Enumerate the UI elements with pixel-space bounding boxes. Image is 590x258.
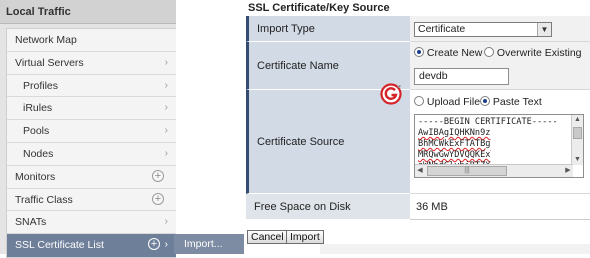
sidebar-item-label: Network Map	[15, 34, 77, 46]
chevron-right-icon: ›	[164, 79, 168, 91]
import-type-label: Import Type	[257, 22, 315, 35]
upload-file-radio[interactable]	[414, 96, 424, 106]
form-title: SSL Certificate/Key Source	[248, 2, 390, 14]
certificate-source-value-cell: Upload File Paste Text -----BEGIN CERTIF…	[410, 90, 590, 194]
sidebar-item-profiles[interactable]: Profiles ›	[7, 75, 176, 98]
chevron-right-icon: ›	[164, 239, 168, 251]
g-logo-icon	[380, 83, 402, 105]
import-type-label-cell: Import Type	[246, 16, 410, 42]
scroll-right-icon[interactable]: ▶	[563, 165, 573, 177]
sidebar-header: Local Traffic	[0, 0, 176, 24]
plus-circle-icon[interactable]: +	[152, 169, 164, 182]
sidebar-item-network-map[interactable]: Network Map	[7, 29, 176, 52]
sidebar-list: Network Map Virtual Servers › Profiles ›…	[6, 28, 176, 258]
upload-file-option[interactable]: Upload File	[414, 96, 480, 108]
import-type-select[interactable]: Certificate ▼	[414, 22, 552, 37]
sidebar-item-label: Profiles	[23, 79, 59, 92]
disk-space-value: 36 MB	[416, 200, 448, 213]
dropdown-arrow-icon[interactable]: ▼	[537, 23, 551, 36]
sidebar-item-nodes[interactable]: Nodes ›	[7, 143, 176, 166]
overwrite-existing-label: Overwrite Existing	[496, 47, 582, 59]
disk-space-value-cell: 36 MB	[410, 194, 590, 220]
disk-space-label: Free Space on Disk	[254, 200, 351, 213]
certificate-line: -----BEGIN CERTIFICATE-----	[418, 117, 558, 127]
import-type-row: Import Type Certificate ▼	[246, 16, 590, 42]
sidebar-item-monitors[interactable]: Monitors +	[7, 166, 176, 189]
main-panel: SSL Certificate/Key Source Import Type C…	[246, 0, 590, 254]
sidebar-item-label: SSL Certificate List	[15, 239, 104, 252]
certificate-source-label-cell: Certificate Source	[246, 90, 410, 194]
page-footer-strip	[320, 244, 590, 254]
plus-circle-icon[interactable]: +	[152, 192, 164, 205]
certificate-source-label: Certificate Source	[257, 135, 345, 148]
horizontal-scrollbar[interactable]: ◀ ||| ▶	[415, 164, 573, 177]
vertical-scrollbar[interactable]: ▲ ▼	[571, 115, 583, 165]
certificate-line: MRQwGwYDVQQKEx	[418, 150, 491, 160]
certificate-name-input[interactable]: devdb	[414, 68, 509, 85]
paste-text-label: Paste Text	[492, 96, 542, 108]
import-type-value-cell: Certificate ▼	[410, 16, 590, 42]
chevron-right-icon: ›	[164, 216, 168, 228]
paste-text-radio[interactable]	[480, 96, 490, 106]
sidebar-item-snats[interactable]: SNATs ›	[7, 211, 176, 235]
overwrite-existing-option[interactable]: Overwrite Existing	[484, 47, 582, 59]
sidebar-item-traffic-class[interactable]: Traffic Class +	[7, 189, 176, 212]
sidebar-item-label: iRules	[23, 102, 53, 115]
overwrite-existing-radio[interactable]	[484, 47, 494, 57]
sidebar-item-label: SNATs	[15, 216, 47, 229]
certificate-line: AwIBAgIQHKNn9z	[418, 128, 491, 138]
sidebar-item-label: Traffic Class	[15, 193, 73, 206]
chevron-right-icon: ›	[164, 56, 168, 68]
plus-circle-icon[interactable]: +	[148, 238, 160, 251]
disk-space-label-cell: Free Space on Disk	[246, 194, 410, 220]
create-new-label: Create New	[426, 47, 483, 59]
certificate-text-area[interactable]: -----BEGIN CERTIFICATE----- AwIBAgIQHKNn…	[414, 114, 584, 178]
import-button[interactable]: Import	[286, 230, 324, 244]
disk-space-row: Free Space on Disk 36 MB	[246, 194, 590, 220]
sidebar-item-label: Virtual Servers	[15, 56, 84, 69]
certificate-name-row: Certificate Name Create New Overwrite Ex…	[246, 42, 590, 90]
scroll-up-icon[interactable]: ▲	[572, 115, 583, 125]
import-type-value: Certificate	[418, 23, 466, 35]
sidebar-item-virtual-servers[interactable]: Virtual Servers ›	[7, 52, 176, 75]
certificate-line: BhMCWkExFTATBg	[418, 139, 491, 149]
sidebar-item-label: Nodes	[23, 147, 54, 160]
flyout-menu-import[interactable]: Import...	[174, 234, 244, 254]
chevron-right-icon: ›	[164, 125, 168, 137]
certificate-name-value-cell: Create New Overwrite Existing devdb	[410, 42, 590, 90]
sidebar-item-pools[interactable]: Pools ›	[7, 120, 176, 143]
chevron-right-icon: ›	[164, 147, 168, 159]
sidebar-item-irules[interactable]: iRules ›	[7, 97, 176, 121]
upload-file-label: Upload File	[426, 96, 481, 108]
certificate-source-row: Certificate Source Upload File Paste Tex…	[246, 90, 590, 194]
certificate-name-label: Certificate Name	[257, 59, 339, 72]
create-new-option[interactable]: Create New	[414, 47, 482, 59]
sidebar-item-label: Monitors	[15, 170, 56, 183]
chevron-right-icon: ›	[164, 102, 168, 114]
sidebar-item-label: Pools	[23, 125, 50, 138]
paste-text-option[interactable]: Paste Text	[480, 96, 542, 108]
cancel-button[interactable]: Cancel	[247, 230, 288, 244]
create-new-radio[interactable]	[414, 47, 424, 57]
scroll-thumb[interactable]	[573, 127, 582, 139]
scroll-left-icon[interactable]: ◀	[415, 165, 425, 177]
scroll-down-icon[interactable]: ▼	[572, 155, 583, 165]
scroll-thumb[interactable]: |||	[427, 166, 507, 176]
sidebar: Local Traffic Network Map Virtual Server…	[0, 0, 176, 258]
